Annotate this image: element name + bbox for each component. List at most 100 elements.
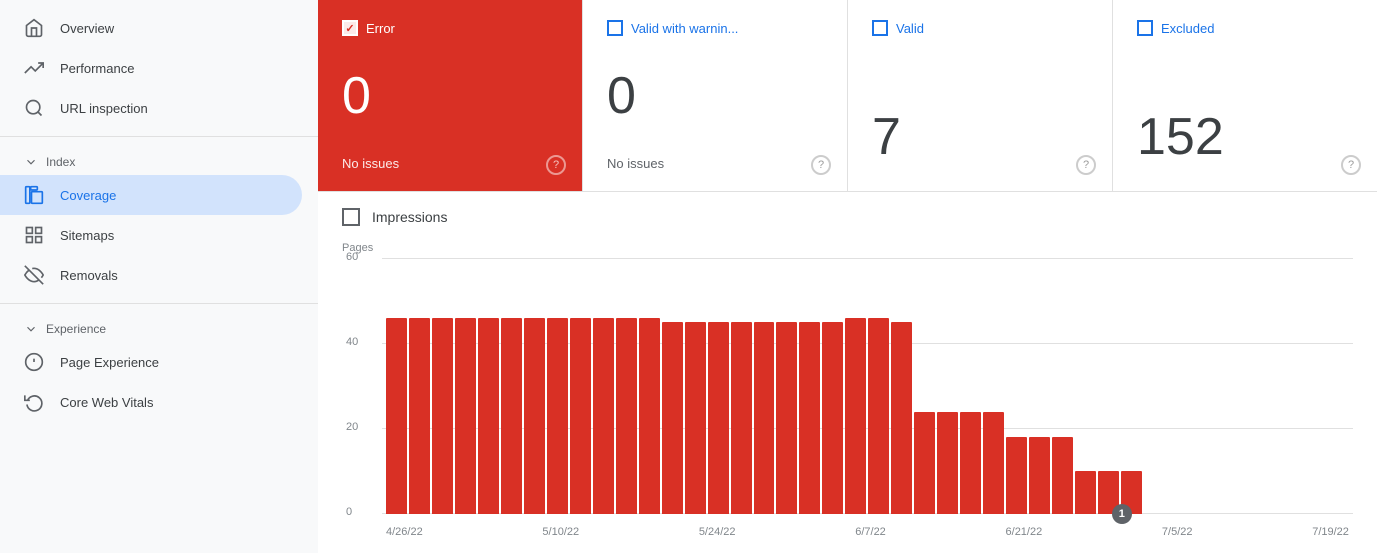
home-icon [24, 18, 44, 38]
divider-2 [0, 303, 318, 304]
bar-20 [845, 318, 866, 514]
sidebar-item-page-experience[interactable]: Page Experience [0, 342, 302, 382]
bar-29 [1052, 437, 1073, 514]
main-content: Error 0 No issues ? Valid with warnin...… [318, 0, 1377, 553]
bar-11 [639, 318, 660, 514]
error-card-header: Error [342, 20, 558, 36]
bar-22 [891, 322, 912, 514]
bar-5 [501, 318, 522, 514]
chart-container: 60 40 20 0 1 4/26/22 5/10/22 5/24/22 6/7… [342, 258, 1353, 538]
bar-18 [799, 322, 820, 514]
search-icon [24, 98, 44, 118]
bar-16 [754, 322, 775, 514]
excluded-checkbox[interactable] [1137, 20, 1153, 36]
error-help-icon[interactable]: ? [546, 155, 566, 175]
impressions-label: Impressions [372, 209, 447, 225]
valid-warning-help-icon[interactable]: ? [811, 155, 831, 175]
valid-header: Valid [872, 20, 1088, 36]
valid-count: 7 [872, 111, 1088, 163]
valid-warning-header: Valid with warnin... [607, 20, 823, 36]
bars-wrapper: 1 [382, 258, 1353, 514]
y-tick-40: 40 [346, 336, 358, 348]
valid-warning-card[interactable]: Valid with warnin... 0 No issues ? [583, 0, 848, 191]
bar-8 [570, 318, 591, 514]
excluded-header: Excluded [1137, 20, 1353, 36]
sidebar-item-core-web-vitals[interactable]: Core Web Vitals [0, 382, 302, 422]
sidebar-item-removals[interactable]: Removals [0, 255, 302, 295]
section-index-text: Index [46, 155, 75, 169]
y-tick-0: 0 [346, 506, 352, 518]
bar-3 [455, 318, 476, 514]
bar-15 [731, 322, 752, 514]
bar-6 [524, 318, 545, 514]
valid-warning-sublabel: No issues [607, 156, 823, 171]
bar-1 [409, 318, 430, 514]
x-label-2: 5/10/22 [542, 526, 579, 538]
bar-30 [1075, 471, 1096, 514]
sidebar-item-overview[interactable]: Overview [0, 8, 302, 48]
sidebar-item-url-inspection[interactable]: URL inspection [0, 88, 302, 128]
sidebar-label-removals: Removals [60, 268, 118, 283]
valid-help-icon[interactable]: ? [1076, 155, 1096, 175]
excluded-card[interactable]: Excluded 152 ? [1113, 0, 1377, 191]
error-sublabel: No issues [342, 156, 558, 171]
sidebar-label-url-inspection: URL inspection [60, 101, 148, 116]
bar-28 [1029, 437, 1050, 514]
sidebar: Overview Performance URL inspection Inde… [0, 0, 318, 553]
trending-up-icon [24, 58, 44, 78]
y-tick-20: 20 [346, 421, 358, 433]
sidebar-label-page-experience: Page Experience [60, 355, 159, 370]
chart-dot: 1 [1112, 504, 1132, 524]
section-label-experience: Experience [0, 312, 318, 342]
bar-7 [547, 318, 568, 514]
excluded-help-icon[interactable]: ? [1341, 155, 1361, 175]
bar-25 [960, 412, 981, 514]
sidebar-item-coverage[interactable]: Coverage [0, 175, 302, 215]
section-label-index: Index [0, 145, 318, 175]
valid-warning-label: Valid with warnin... [631, 21, 738, 36]
valid-checkbox[interactable] [872, 20, 888, 36]
bar-9 [593, 318, 614, 514]
x-axis: 4/26/22 5/10/22 5/24/22 6/7/22 6/21/22 7… [382, 526, 1353, 538]
x-label-1: 4/26/22 [386, 526, 423, 538]
valid-label: Valid [896, 21, 924, 36]
bar-24 [937, 412, 958, 514]
bar-23 [914, 412, 935, 514]
y-tick-60: 60 [346, 251, 358, 263]
sidebar-label-overview: Overview [60, 21, 114, 36]
section-experience-text: Experience [46, 322, 106, 336]
chart-area: Pages 60 40 20 0 1 4/26/22 5/10/22 5/24/… [318, 234, 1377, 553]
excluded-count: 152 [1137, 111, 1353, 163]
x-label-6: 7/5/22 [1162, 526, 1193, 538]
bar-2 [432, 318, 453, 514]
bar-14 [708, 322, 729, 514]
bar-12 [662, 322, 683, 514]
valid-warning-count: 0 [607, 70, 823, 122]
bar-19 [822, 322, 843, 514]
error-count: 0 [342, 70, 558, 122]
valid-card[interactable]: Valid 7 ? [848, 0, 1113, 191]
removals-icon [24, 265, 44, 285]
error-card[interactable]: Error 0 No issues ? [318, 0, 583, 191]
x-label-3: 5/24/22 [699, 526, 736, 538]
x-label-5: 6/21/22 [1006, 526, 1043, 538]
coverage-icon [24, 185, 44, 205]
bar-17 [776, 322, 797, 514]
bar-13 [685, 322, 706, 514]
bar-4 [478, 318, 499, 514]
error-checkbox[interactable] [342, 20, 358, 36]
impressions-checkbox[interactable] [342, 208, 360, 226]
bar-27 [1006, 437, 1027, 514]
sidebar-label-performance: Performance [60, 61, 134, 76]
bar-10 [616, 318, 637, 514]
sidebar-item-performance[interactable]: Performance [0, 48, 302, 88]
sidebar-label-sitemaps: Sitemaps [60, 228, 114, 243]
valid-warning-checkbox[interactable] [607, 20, 623, 36]
impressions-row: Impressions [318, 192, 1377, 234]
sitemaps-icon [24, 225, 44, 245]
bar-0 [386, 318, 407, 514]
sidebar-item-sitemaps[interactable]: Sitemaps [0, 215, 302, 255]
core-web-vitals-icon [24, 392, 44, 412]
sidebar-label-core-web-vitals: Core Web Vitals [60, 395, 153, 410]
page-experience-icon [24, 352, 44, 372]
